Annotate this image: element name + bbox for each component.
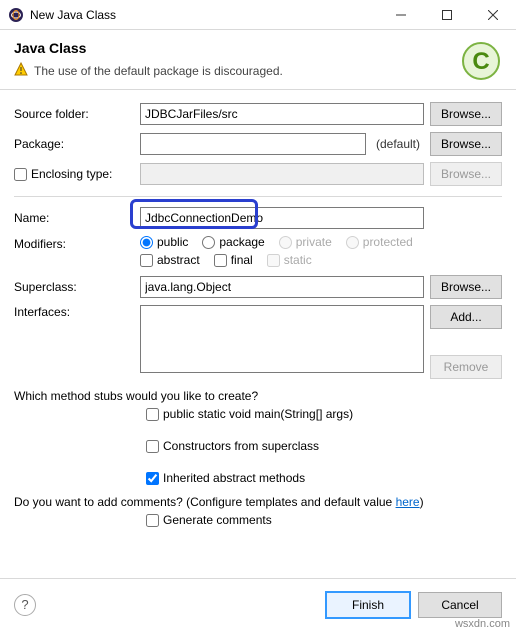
source-folder-browse-button[interactable]: Browse... [430, 102, 502, 126]
interfaces-label: Interfaces: [14, 305, 134, 319]
superclass-input[interactable] [140, 276, 424, 298]
modifier-private-radio: private [279, 235, 332, 249]
generate-comments-checkbox[interactable]: Generate comments [146, 513, 502, 527]
stub-constructors-checkbox[interactable]: Constructors from superclass [146, 439, 502, 453]
package-browse-button[interactable]: Browse... [430, 132, 502, 156]
method-stubs-question: Which method stubs would you like to cre… [14, 389, 502, 403]
enclosing-type-input [140, 163, 424, 185]
name-label: Name: [14, 211, 134, 225]
warning-text: The use of the default package is discou… [34, 64, 283, 78]
enclosing-type-browse-button: Browse... [430, 162, 502, 186]
enclosing-type-checkbox[interactable] [14, 168, 27, 181]
source-folder-label: Source folder: [14, 107, 134, 121]
modifier-static-checkbox: static [267, 253, 312, 267]
package-input[interactable] [140, 133, 366, 155]
configure-templates-link[interactable]: here [396, 495, 420, 509]
modifiers-label: Modifiers: [14, 235, 134, 251]
package-default-text: (default) [372, 137, 424, 151]
modifier-final-checkbox[interactable]: final [214, 253, 253, 267]
interfaces-remove-button: Remove [430, 355, 502, 379]
name-input[interactable] [140, 207, 424, 229]
dialog-content: Source folder: Browse... Package: (defau… [0, 90, 516, 527]
modifier-protected-radio: protected [346, 235, 413, 249]
superclass-browse-button[interactable]: Browse... [430, 275, 502, 299]
warning-message: The use of the default package is discou… [14, 62, 502, 79]
superclass-label: Superclass: [14, 280, 134, 294]
interfaces-list[interactable] [140, 305, 424, 373]
modifier-public-radio[interactable]: public [140, 235, 188, 249]
dialog-heading: Java Class [14, 40, 502, 56]
enclosing-type-label[interactable]: Enclosing type: [14, 167, 134, 181]
warning-icon [14, 62, 28, 79]
window-title: New Java Class [30, 8, 378, 22]
cancel-button[interactable]: Cancel [418, 592, 502, 618]
dialog-footer: ? Finish Cancel [0, 578, 516, 630]
stub-main-checkbox[interactable]: public static void main(String[] args) [146, 407, 502, 421]
close-button[interactable] [470, 0, 516, 30]
comments-question: Do you want to add comments? (Configure … [14, 495, 502, 509]
finish-button[interactable]: Finish [326, 592, 410, 618]
interfaces-add-button[interactable]: Add... [430, 305, 502, 329]
watermark-text: wsxdn.com [455, 618, 510, 630]
stub-inherited-checkbox[interactable]: Inherited abstract methods [146, 471, 502, 485]
modifier-abstract-checkbox[interactable]: abstract [140, 253, 200, 267]
package-label: Package: [14, 137, 134, 151]
titlebar: New Java Class [0, 0, 516, 30]
source-folder-input[interactable] [140, 103, 424, 125]
maximize-button[interactable] [424, 0, 470, 30]
minimize-button[interactable] [378, 0, 424, 30]
eclipse-icon [8, 7, 24, 23]
help-button[interactable]: ? [14, 594, 36, 616]
svg-text:C: C [472, 48, 489, 75]
modifier-package-radio[interactable]: package [202, 235, 264, 249]
dialog-header: Java Class The use of the default packag… [0, 30, 516, 90]
class-icon: C [460, 40, 502, 82]
